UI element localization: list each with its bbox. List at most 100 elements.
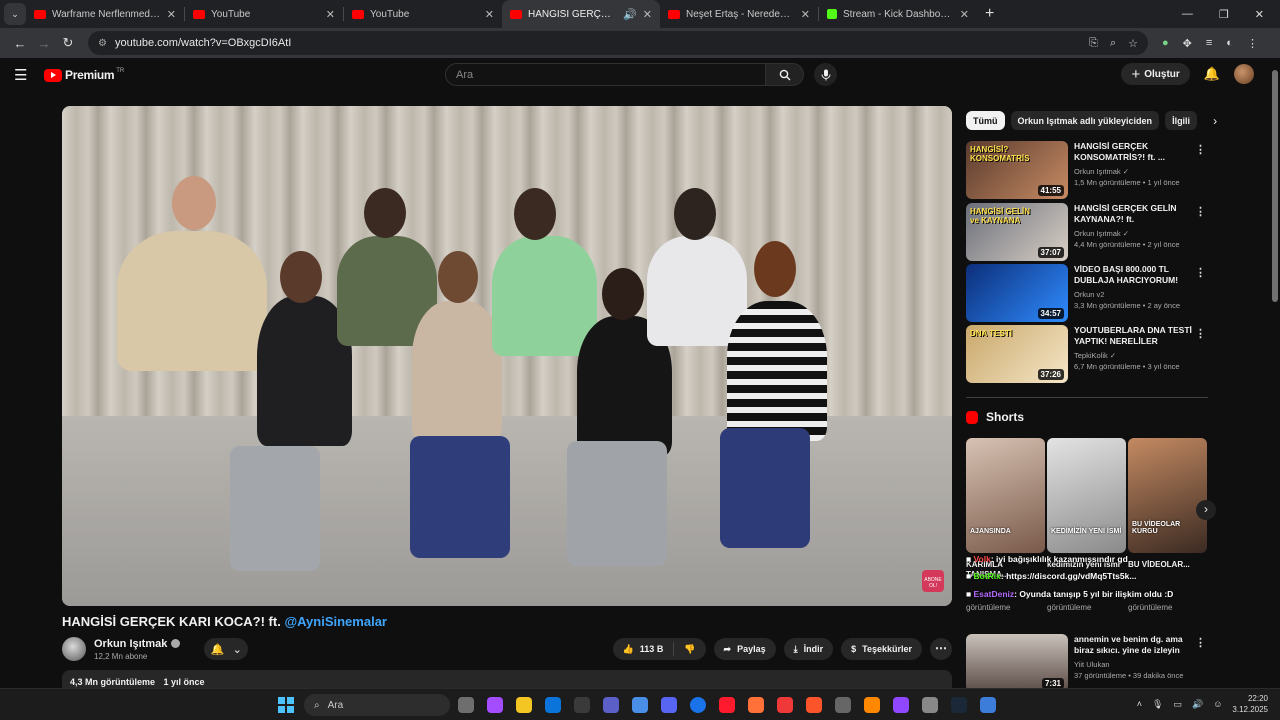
address-bar[interactable]: ⚙ youtube.com/watch?v=OBxgcDI6AtI ⎘ ⌕ ☆ [88, 31, 1148, 55]
install-app-icon[interactable]: ⎘ [1089, 37, 1098, 50]
more-options-icon[interactable]: ⋮ [1195, 205, 1206, 218]
maximize-icon[interactable]: ❐ [1219, 8, 1229, 21]
tab-close-icon[interactable]: ✕ [167, 8, 176, 21]
recommendation-channel[interactable]: Orkun Işıtmak ✓ [1074, 228, 1198, 239]
short-card[interactable]: AJANSINDA [966, 438, 1045, 553]
brave-icon[interactable] [806, 697, 822, 713]
browser-tab[interactable]: Warframe Nerflenmeden O ✕ [26, 0, 184, 28]
twitch-icon[interactable] [893, 697, 909, 713]
tab-close-icon[interactable]: ✕ [326, 8, 335, 21]
tab-groups-icon[interactable]: ≡ [1206, 37, 1212, 49]
browser-tab[interactable]: Stream - Kick Dashboard ✕ [819, 0, 977, 28]
notifications-bell-icon[interactable]: 🔔 [1204, 66, 1220, 82]
copilot-icon[interactable] [487, 697, 503, 713]
vlc-icon[interactable] [864, 697, 880, 713]
tab-audio-icon[interactable]: 🔊 [623, 8, 637, 21]
calculator-icon[interactable] [574, 697, 590, 713]
title-mention-link[interactable]: @AyniSinemalar [284, 614, 387, 629]
extensions-puzzle-icon[interactable]: ✥ [1183, 37, 1192, 50]
video-thumbnail[interactable]: DNA TESTİ 37:26 [966, 325, 1068, 383]
windows-start-icon[interactable] [278, 697, 294, 713]
video-player[interactable]: ABONE OL! [62, 106, 952, 606]
chip-all[interactable]: Tümü [966, 111, 1005, 130]
mail-icon[interactable] [545, 697, 561, 713]
browser-tab[interactable]: Neşet Ertaş - Neredesin Sen (Je ✕ [660, 0, 818, 28]
terminal-icon[interactable] [922, 697, 938, 713]
bookmark-star-icon[interactable]: ☆ [1128, 37, 1138, 50]
recommendation-title[interactable]: YOUTUBERLARA DNA TESTİ YAPTIK! NERELİLER… [1074, 325, 1198, 347]
tab-search-button[interactable]: ⌄ [4, 3, 26, 25]
short-card[interactable]: BU VİDEOLAR KURGU [1128, 438, 1207, 553]
more-options-icon[interactable]: ⋮ [1195, 327, 1206, 340]
video-thumbnail[interactable]: HANGİSİ? KONSOMATRİS 41:55 [966, 141, 1068, 199]
mixer-icon[interactable] [980, 697, 996, 713]
recommendation-title[interactable]: annemin ve benim dg. ama biraz sıkıcı. y… [1074, 634, 1198, 656]
taskbar-clock[interactable]: 22:20 3.12.2025 [1232, 693, 1268, 715]
site-info-icon[interactable]: ⚙ [98, 38, 107, 49]
chrome-menu-icon[interactable]: ⋮ [1247, 37, 1258, 50]
subscription-bell-button[interactable]: 🔔 ⌄ [204, 638, 249, 660]
chrome-icon[interactable] [690, 697, 706, 713]
more-options-icon[interactable]: ⋮ [1195, 143, 1206, 156]
thanks-button[interactable]: $ Teşekkürler [841, 638, 922, 660]
recommendation-channel[interactable]: Yiit Ulukan [1074, 659, 1198, 670]
subscribe-watermark[interactable]: ABONE OL! [922, 570, 944, 592]
microphone-tray-icon[interactable]: 🎙 [1152, 699, 1163, 710]
voice-search-button[interactable] [814, 63, 837, 86]
chip-from-uploader[interactable]: Orkun Işıtmak adlı yükleyiciden [1010, 111, 1160, 130]
browser-tab[interactable]: YouTube ✕ [344, 0, 502, 28]
browser-tab[interactable]: HANGİSİ GERÇEK KARI KOC 🔊 ✕ [502, 0, 660, 28]
recommended-video[interactable]: 34:57 VİDEO BAŞI 800.000 TL DUBLAJA HARCI… [966, 264, 1210, 322]
opera-icon[interactable] [719, 697, 735, 713]
more-options-icon[interactable]: ⋮ [1195, 266, 1206, 279]
firefox-icon[interactable] [748, 697, 764, 713]
dislike-button[interactable]: 👎 [674, 644, 705, 655]
close-window-icon[interactable]: ✕ [1255, 8, 1264, 21]
vivaldi-icon[interactable] [777, 697, 793, 713]
browser-tab[interactable]: YouTube ✕ [185, 0, 343, 28]
recommendation-title[interactable]: HANGİSİ GERÇEK GELİN KAYNANA?! ft. @Ayni… [1074, 203, 1198, 225]
chat-tray-icon[interactable]: ☺ [1213, 699, 1222, 709]
tab-close-icon[interactable]: ✕ [643, 8, 652, 21]
recommendation-channel[interactable]: Orkun Işıtmak ✓ [1074, 166, 1198, 177]
channel-avatar[interactable] [62, 637, 86, 661]
display-tray-icon[interactable]: ▭ [1173, 699, 1182, 710]
bottom-recommendation[interactable]: 7:31 annemin ve benim dg. ama biraz sıkıc… [966, 634, 1210, 692]
recommended-video[interactable]: HANGİSİ GELİN ve KAYNANA 37:07 HANGİSİ GER… [966, 203, 1210, 261]
shorts-next-button[interactable]: › [1196, 500, 1216, 520]
video-thumbnail[interactable]: HANGİSİ GELİN ve KAYNANA 37:07 [966, 203, 1068, 261]
search-button[interactable] [766, 63, 804, 86]
folder-icon[interactable] [516, 697, 532, 713]
tab-close-icon[interactable]: ✕ [801, 8, 810, 21]
scrollbar-thumb[interactable] [1272, 70, 1278, 302]
more-options-icon[interactable]: ⋮ [1195, 636, 1206, 649]
recommendation-channel[interactable]: Orkun v2 [1074, 289, 1198, 300]
account-avatar[interactable] [1234, 64, 1254, 84]
youtube-premium-logo[interactable]: Premium TR [44, 68, 124, 82]
video-thumbnail[interactable]: 34:57 [966, 264, 1068, 322]
tray-overflow-icon[interactable]: ˄ [1137, 699, 1142, 709]
more-actions-button[interactable]: ⋯ [930, 638, 952, 660]
like-button[interactable]: 👍 113 B [613, 642, 675, 656]
channel-name[interactable]: Orkun Işıtmak [94, 638, 181, 650]
file-explorer-icon[interactable] [458, 697, 474, 713]
recommended-video[interactable]: HANGİSİ? KONSOMATRİS 41:55 HANGİSİ GERÇEK … [966, 141, 1210, 199]
recommendation-title[interactable]: VİDEO BAŞI 800.000 TL DUBLAJA HARCIYORUM… [1074, 264, 1198, 286]
chip-related[interactable]: İlgili [1165, 111, 1198, 130]
reload-icon[interactable]: ↻ [56, 35, 80, 51]
zoom-icon[interactable]: ⌕ [1110, 37, 1116, 50]
new-tab-button[interactable]: + [985, 5, 994, 23]
page-scrollbar[interactable] [1270, 58, 1280, 688]
taskbar-search[interactable]: ⌕ Ara [304, 694, 450, 716]
create-button[interactable]: + Oluştur [1121, 63, 1190, 85]
recommendation-channel[interactable]: TepkiKolik ✓ [1074, 350, 1198, 361]
profile-icon[interactable]: ◐ [1226, 37, 1233, 49]
volume-icon[interactable]: 🔊 [1192, 699, 1203, 710]
short-card[interactable]: KEDİMİZİN YENİ İSMİ [1047, 438, 1126, 553]
download-button[interactable]: ⤓ İndir [783, 638, 834, 660]
tab-close-icon[interactable]: ✕ [960, 8, 969, 21]
recommended-video[interactable]: DNA TESTİ 37:26 YOUTUBERLARA DNA TESTİ YAP… [966, 325, 1210, 383]
forward-icon[interactable]: → [32, 36, 56, 51]
back-icon[interactable]: ← [8, 36, 32, 51]
share-button[interactable]: ➦ Paylaş [713, 638, 776, 660]
